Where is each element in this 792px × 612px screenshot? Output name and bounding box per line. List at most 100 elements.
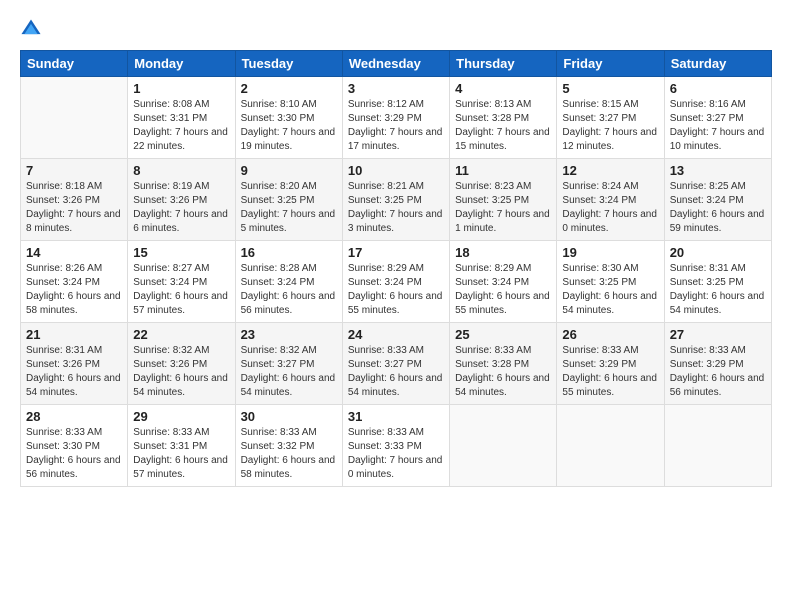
day-number: 26	[562, 327, 658, 342]
calendar-cell: 21 Sunrise: 8:31 AMSunset: 3:26 PMDayligh…	[21, 323, 128, 405]
logo	[20, 18, 46, 40]
calendar-cell: 22Sunrise: 8:32 AMSunset: 3:26 PMDayligh…	[128, 323, 235, 405]
day-number: 13	[670, 163, 766, 178]
calendar-cell	[21, 77, 128, 159]
calendar-cell: 5 Sunrise: 8:15 AMSunset: 3:27 PMDaylight…	[557, 77, 664, 159]
calendar-cell: 31 Sunrise: 8:33 AMSunset: 3:33 PMDayligh…	[342, 405, 449, 487]
logo-icon	[20, 18, 42, 40]
weekday-header-sunday: Sunday	[21, 51, 128, 77]
calendar-cell: 10 Sunrise: 8:21 AMSunset: 3:25 PMDayligh…	[342, 159, 449, 241]
calendar-cell: 27Sunrise: 8:33 AMSunset: 3:29 PMDayligh…	[664, 323, 771, 405]
day-number: 17	[348, 245, 444, 260]
day-info: Sunrise: 8:30 AMSunset: 3:25 PMDaylight:…	[562, 262, 658, 318]
calendar-cell: 18 Sunrise: 8:29 AMSunset: 3:24 PMDayligh…	[450, 241, 557, 323]
day-info: Sunrise: 8:10 AMSunset: 3:30 PMDaylight:…	[241, 98, 337, 154]
weekday-header-friday: Friday	[557, 51, 664, 77]
day-number: 9	[241, 163, 337, 178]
calendar-week-row: 14 Sunrise: 8:26 AMSunset: 3:24 PMDayligh…	[21, 241, 772, 323]
day-number: 2	[241, 81, 337, 96]
day-info: Sunrise: 8:12 AMSunset: 3:29 PMDaylight:…	[348, 98, 444, 154]
day-number: 10	[348, 163, 444, 178]
weekday-header-monday: Monday	[128, 51, 235, 77]
day-number: 6	[670, 81, 766, 96]
day-info: Sunrise: 8:23 AMSunset: 3:25 PMDaylight:…	[455, 180, 551, 236]
calendar-cell: 15 Sunrise: 8:27 AMSunset: 3:24 PMDayligh…	[128, 241, 235, 323]
calendar-cell: 7Sunrise: 8:18 AMSunset: 3:26 PMDaylight…	[21, 159, 128, 241]
day-number: 21	[26, 327, 122, 342]
day-info: Sunrise: 8:33 AMSunset: 3:28 PMDaylight:…	[455, 344, 551, 400]
calendar-table: SundayMondayTuesdayWednesdayThursdayFrid…	[20, 50, 772, 487]
day-number: 19	[562, 245, 658, 260]
page: SundayMondayTuesdayWednesdayThursdayFrid…	[0, 0, 792, 612]
calendar-cell: 30 Sunrise: 8:33 AMSunset: 3:32 PMDayligh…	[235, 405, 342, 487]
day-info: Sunrise: 8:29 AMSunset: 3:24 PMDaylight:…	[348, 262, 444, 318]
calendar-cell: 23 Sunrise: 8:32 AMSunset: 3:27 PMDayligh…	[235, 323, 342, 405]
day-number: 29	[133, 409, 229, 424]
day-info: Sunrise: 8:33 AMSunset: 3:33 PMDaylight:…	[348, 426, 444, 482]
day-number: 30	[241, 409, 337, 424]
calendar-cell: 14 Sunrise: 8:26 AMSunset: 3:24 PMDayligh…	[21, 241, 128, 323]
day-number: 25	[455, 327, 551, 342]
day-number: 31	[348, 409, 444, 424]
calendar-week-row: 28 Sunrise: 8:33 AMSunset: 3:30 PMDayligh…	[21, 405, 772, 487]
day-number: 15	[133, 245, 229, 260]
day-info: Sunrise: 8:25 AMSunset: 3:24 PMDaylight:…	[670, 180, 766, 236]
day-info: Sunrise: 8:29 AMSunset: 3:24 PMDaylight:…	[455, 262, 551, 318]
day-number: 18	[455, 245, 551, 260]
calendar-week-row: 7Sunrise: 8:18 AMSunset: 3:26 PMDaylight…	[21, 159, 772, 241]
day-info: Sunrise: 8:18 AMSunset: 3:26 PMDaylight:…	[26, 180, 122, 236]
day-number: 16	[241, 245, 337, 260]
day-info: Sunrise: 8:15 AMSunset: 3:27 PMDaylight:…	[562, 98, 658, 154]
calendar-cell	[664, 405, 771, 487]
day-info: Sunrise: 8:33 AMSunset: 3:30 PMDaylight:…	[26, 426, 122, 482]
day-info: Sunrise: 8:33 AMSunset: 3:31 PMDaylight:…	[133, 426, 229, 482]
day-info: Sunrise: 8:13 AMSunset: 3:28 PMDaylight:…	[455, 98, 551, 154]
calendar-cell: 3 Sunrise: 8:12 AMSunset: 3:29 PMDaylight…	[342, 77, 449, 159]
calendar-cell: 29 Sunrise: 8:33 AMSunset: 3:31 PMDayligh…	[128, 405, 235, 487]
calendar-cell: 9 Sunrise: 8:20 AMSunset: 3:25 PMDaylight…	[235, 159, 342, 241]
weekday-header-row: SundayMondayTuesdayWednesdayThursdayFrid…	[21, 51, 772, 77]
day-number: 22	[133, 327, 229, 342]
calendar-cell: 2 Sunrise: 8:10 AMSunset: 3:30 PMDaylight…	[235, 77, 342, 159]
day-info: Sunrise: 8:16 AMSunset: 3:27 PMDaylight:…	[670, 98, 766, 154]
day-info: Sunrise: 8:32 AMSunset: 3:27 PMDaylight:…	[241, 344, 337, 400]
calendar-cell: 8 Sunrise: 8:19 AMSunset: 3:26 PMDaylight…	[128, 159, 235, 241]
calendar-header: SundayMondayTuesdayWednesdayThursdayFrid…	[21, 51, 772, 77]
day-number: 23	[241, 327, 337, 342]
calendar-cell	[557, 405, 664, 487]
day-number: 11	[455, 163, 551, 178]
calendar-cell: 4Sunrise: 8:13 AMSunset: 3:28 PMDaylight…	[450, 77, 557, 159]
weekday-header-saturday: Saturday	[664, 51, 771, 77]
day-info: Sunrise: 8:20 AMSunset: 3:25 PMDaylight:…	[241, 180, 337, 236]
day-info: Sunrise: 8:33 AMSunset: 3:32 PMDaylight:…	[241, 426, 337, 482]
calendar-cell: 24Sunrise: 8:33 AMSunset: 3:27 PMDayligh…	[342, 323, 449, 405]
day-number: 20	[670, 245, 766, 260]
weekday-header-thursday: Thursday	[450, 51, 557, 77]
day-info: Sunrise: 8:21 AMSunset: 3:25 PMDaylight:…	[348, 180, 444, 236]
day-number: 28	[26, 409, 122, 424]
day-info: Sunrise: 8:27 AMSunset: 3:24 PMDaylight:…	[133, 262, 229, 318]
day-number: 3	[348, 81, 444, 96]
day-info: Sunrise: 8:26 AMSunset: 3:24 PMDaylight:…	[26, 262, 122, 318]
calendar-cell: 26Sunrise: 8:33 AMSunset: 3:29 PMDayligh…	[557, 323, 664, 405]
day-info: Sunrise: 8:19 AMSunset: 3:26 PMDaylight:…	[133, 180, 229, 236]
day-number: 27	[670, 327, 766, 342]
calendar-body: 1Sunrise: 8:08 AMSunset: 3:31 PMDaylight…	[21, 77, 772, 487]
header	[20, 18, 772, 40]
day-info: Sunrise: 8:24 AMSunset: 3:24 PMDaylight:…	[562, 180, 658, 236]
day-info: Sunrise: 8:31 AMSunset: 3:26 PMDaylight:…	[26, 344, 122, 400]
weekday-header-wednesday: Wednesday	[342, 51, 449, 77]
day-number: 5	[562, 81, 658, 96]
calendar-cell	[450, 405, 557, 487]
day-number: 14	[26, 245, 122, 260]
day-number: 8	[133, 163, 229, 178]
day-info: Sunrise: 8:33 AMSunset: 3:27 PMDaylight:…	[348, 344, 444, 400]
calendar-cell: 12Sunrise: 8:24 AMSunset: 3:24 PMDayligh…	[557, 159, 664, 241]
calendar-cell: 13 Sunrise: 8:25 AMSunset: 3:24 PMDayligh…	[664, 159, 771, 241]
day-info: Sunrise: 8:31 AMSunset: 3:25 PMDaylight:…	[670, 262, 766, 318]
calendar-week-row: 21 Sunrise: 8:31 AMSunset: 3:26 PMDayligh…	[21, 323, 772, 405]
day-info: Sunrise: 8:08 AMSunset: 3:31 PMDaylight:…	[133, 98, 229, 154]
calendar-cell: 17 Sunrise: 8:29 AMSunset: 3:24 PMDayligh…	[342, 241, 449, 323]
calendar-week-row: 1Sunrise: 8:08 AMSunset: 3:31 PMDaylight…	[21, 77, 772, 159]
weekday-header-tuesday: Tuesday	[235, 51, 342, 77]
